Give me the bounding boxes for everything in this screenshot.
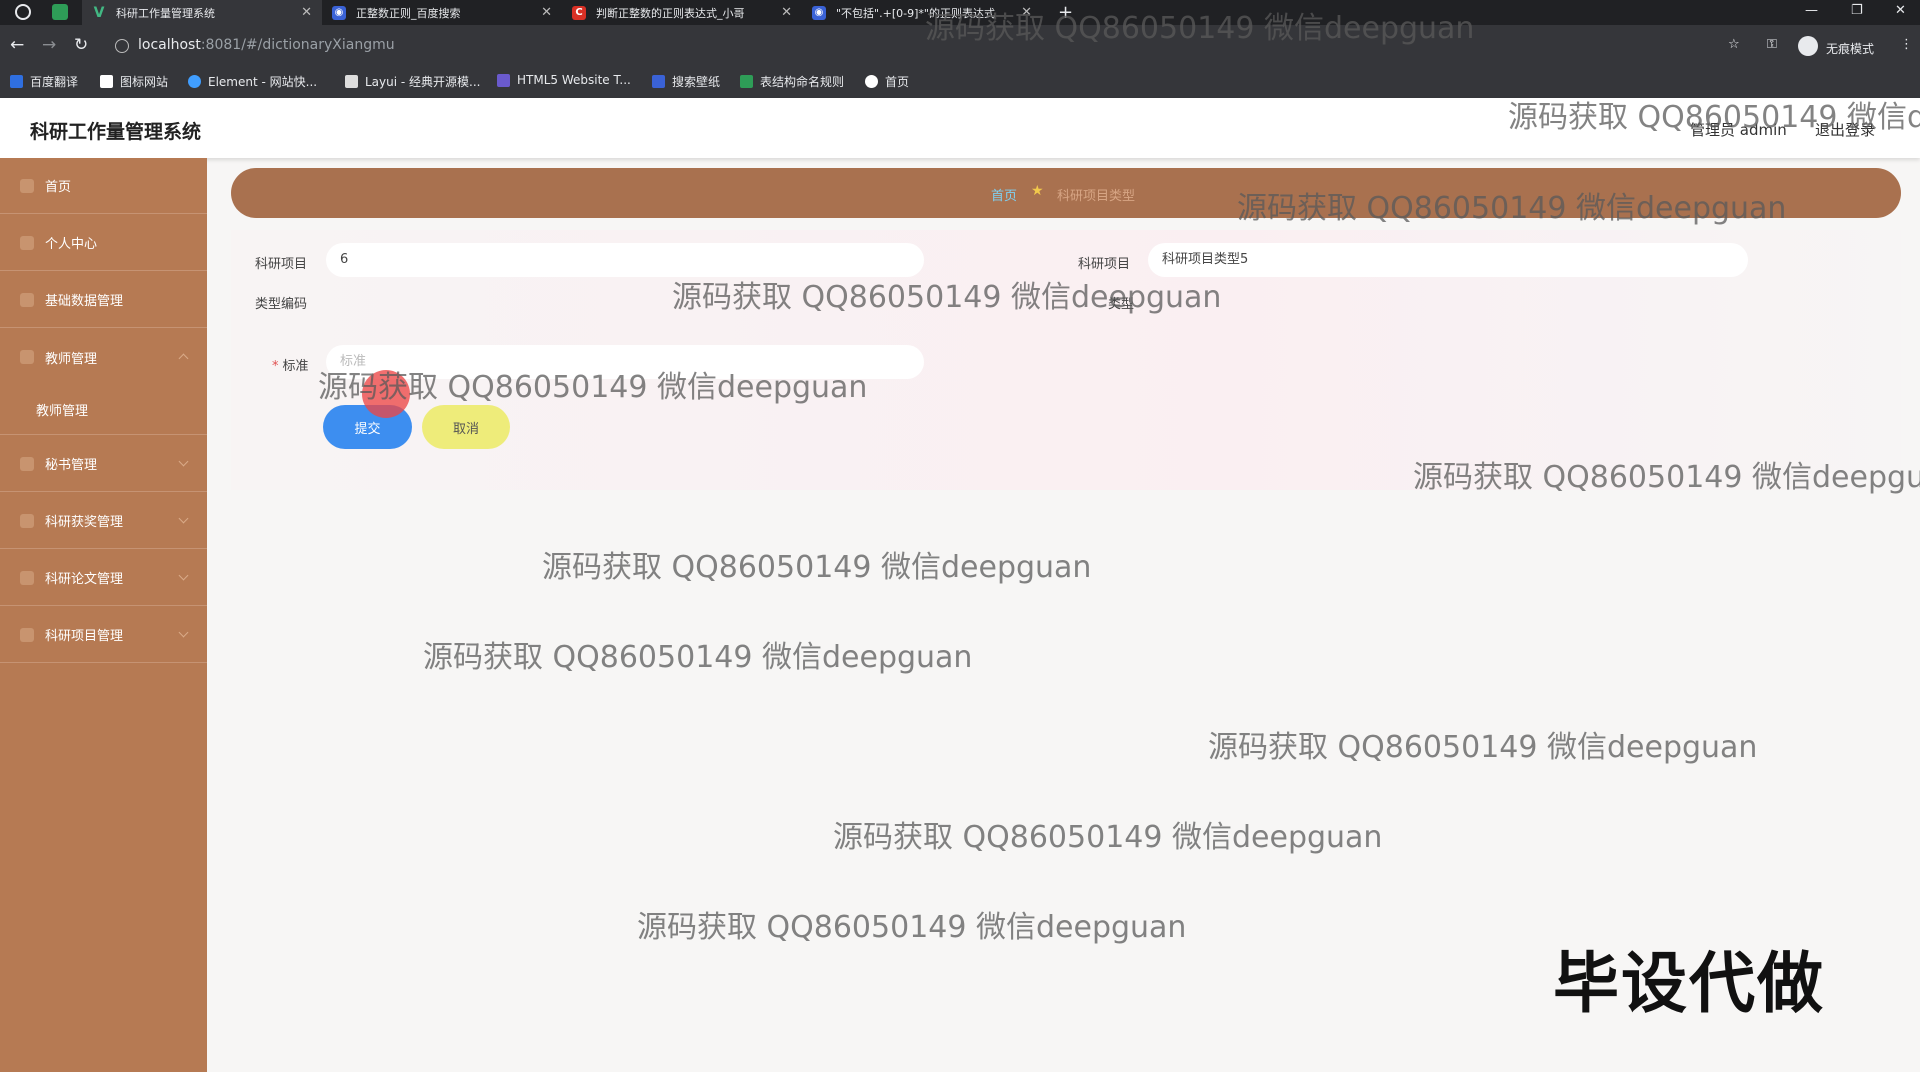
bookmark-wallpaper[interactable]: 搜索壁纸 — [652, 73, 720, 90]
side-banner-text: 毕设代做 — [1553, 945, 1825, 1022]
star-icon: ★ — [1031, 183, 1044, 199]
field-standard-label: * 标准 — [272, 359, 309, 374]
watermark: 源码获取 QQ86050149 微信deepguan — [672, 280, 1222, 315]
chevron-down-icon — [178, 570, 189, 581]
home-icon — [20, 178, 34, 193]
cancel-button[interactable]: 取消 — [422, 405, 510, 449]
back-icon[interactable]: ← — [10, 35, 24, 55]
reload-icon[interactable]: ↻ — [74, 35, 88, 55]
menu-icon[interactable]: ⋮ — [1900, 37, 1913, 52]
breadcrumb-home[interactable]: 首页 — [991, 185, 1017, 204]
restore-icon[interactable]: ❐ — [1851, 3, 1863, 18]
minimize-icon[interactable]: — — [1805, 3, 1818, 18]
baidu-icon: ◉ — [812, 5, 826, 20]
paper-icon — [20, 570, 34, 585]
browser-logo-icon — [15, 4, 31, 20]
element-icon — [188, 75, 201, 88]
bookmark-home[interactable]: 首页 — [865, 73, 909, 90]
project-icon — [20, 627, 34, 642]
app-title: 科研工作量管理系统 — [30, 121, 202, 143]
html5-icon — [497, 73, 510, 87]
bookmark-star-icon[interactable]: ☆ — [1728, 37, 1740, 52]
incognito-icon[interactable] — [1798, 36, 1818, 56]
bookmark-naming[interactable]: 表结构命名规则 — [740, 73, 844, 90]
incognito-label: 无痕模式 — [1826, 42, 1875, 56]
baidu-icon: ◉ — [332, 5, 346, 20]
close-icon[interactable]: ✕ — [301, 5, 312, 20]
chevron-down-icon — [178, 513, 189, 524]
teacher-icon — [20, 350, 34, 364]
user-icon — [20, 235, 34, 250]
chevron-down-icon — [178, 627, 189, 638]
sidebar-item-award[interactable]: 科研获奖管理 — [0, 493, 207, 549]
breadcrumb-current: 科研项目类型 — [1057, 189, 1136, 204]
bookmark-fanyi[interactable]: 百度翻译 — [10, 73, 78, 90]
sidebar-item-home[interactable]: 首页 — [0, 158, 207, 214]
chevron-up-icon — [178, 353, 189, 364]
vue-icon: V — [93, 4, 105, 21]
sidebar-item-project[interactable]: 科研项目管理 — [0, 607, 207, 663]
translate-icon — [10, 75, 23, 88]
required-mark: * — [272, 359, 279, 374]
watermark: 源码获取 QQ86050149 微信deepguan — [542, 550, 1092, 585]
app-green-icon[interactable] — [52, 4, 68, 20]
tab-keyan[interactable]: V 科研工作量管理系统 ✕ — [82, 0, 322, 25]
bookmark-layui[interactable]: Layui - 经典开源模... — [345, 73, 480, 90]
data-icon — [20, 292, 34, 307]
site-info-icon[interactable] — [115, 39, 129, 53]
sidebar-item-secretary[interactable]: 秘书管理 — [0, 436, 207, 492]
globe-icon — [865, 75, 878, 88]
watermark: 源码获取 QQ86050149 微信deepguan — [1413, 460, 1920, 495]
close-icon[interactable]: ✕ — [541, 5, 552, 20]
bookmark-html5[interactable]: HTML5 Website T... — [497, 73, 631, 87]
field-type-label: 科研项目 — [1078, 257, 1131, 272]
layui-icon — [345, 75, 358, 88]
sidebar-item-paper[interactable]: 科研论文管理 — [0, 550, 207, 606]
chevron-down-icon — [178, 456, 189, 467]
sidebar-item-teacher[interactable]: 教师管理 — [0, 329, 207, 385]
watermark: 源码获取 QQ86050149 微信deepguan — [833, 820, 1383, 855]
tab-baidu[interactable]: ◉ 正整数正则_百度搜索 ✕ — [322, 0, 562, 25]
watermark: 源码获取 QQ86050149 微信deepguan — [637, 910, 1187, 945]
close-window-icon[interactable]: ✕ — [1895, 3, 1906, 18]
bookmark-icons[interactable]: 图标网站 — [100, 73, 168, 90]
bookmark-element[interactable]: Element - 网站快... — [188, 73, 317, 90]
forward-icon[interactable]: → — [42, 35, 56, 55]
watermark: 源码获取 QQ86050149 微信deepguan — [1208, 730, 1758, 765]
sidebar-subitem-teacher[interactable]: 教师管理 — [0, 385, 207, 435]
close-icon[interactable]: ✕ — [781, 5, 792, 20]
type-name-input[interactable]: 科研项目类型5 — [1148, 243, 1748, 277]
sidebar-item-basedata[interactable]: 基础数据管理 — [0, 272, 207, 328]
flag-icon — [100, 75, 113, 88]
field-code-label: 科研项目 — [255, 257, 308, 272]
award-icon — [20, 513, 34, 528]
field-code-label-2: 类型编码 — [255, 297, 308, 312]
watermark: 源码获取 QQ86050149 微信deepguan — [423, 640, 973, 675]
watermark: 源码获取 QQ86050149 微信deepguan — [318, 370, 868, 405]
wallpaper-icon — [652, 75, 665, 88]
tab-csdn[interactable]: C 判断正整数的正则表达式_小哥 ✕ — [562, 0, 802, 25]
watermark: 源码获取 QQ86050149 微信deepguan — [1237, 191, 1787, 226]
watermark: 源码获取 QQ86050149 微信deepguan — [1508, 100, 1920, 135]
csdn-icon: C — [572, 5, 586, 20]
key-icon[interactable]: ⚿ — [1767, 37, 1777, 52]
sheet-icon — [740, 75, 753, 88]
watermark: 源码获取 QQ86050149 微信deepguan — [925, 11, 1475, 46]
secretary-icon — [20, 456, 34, 471]
url-field[interactable]: localhost:8081/#/dictionaryXiangmu — [138, 37, 395, 53]
sidebar-item-profile[interactable]: 个人中心 — [0, 215, 207, 271]
